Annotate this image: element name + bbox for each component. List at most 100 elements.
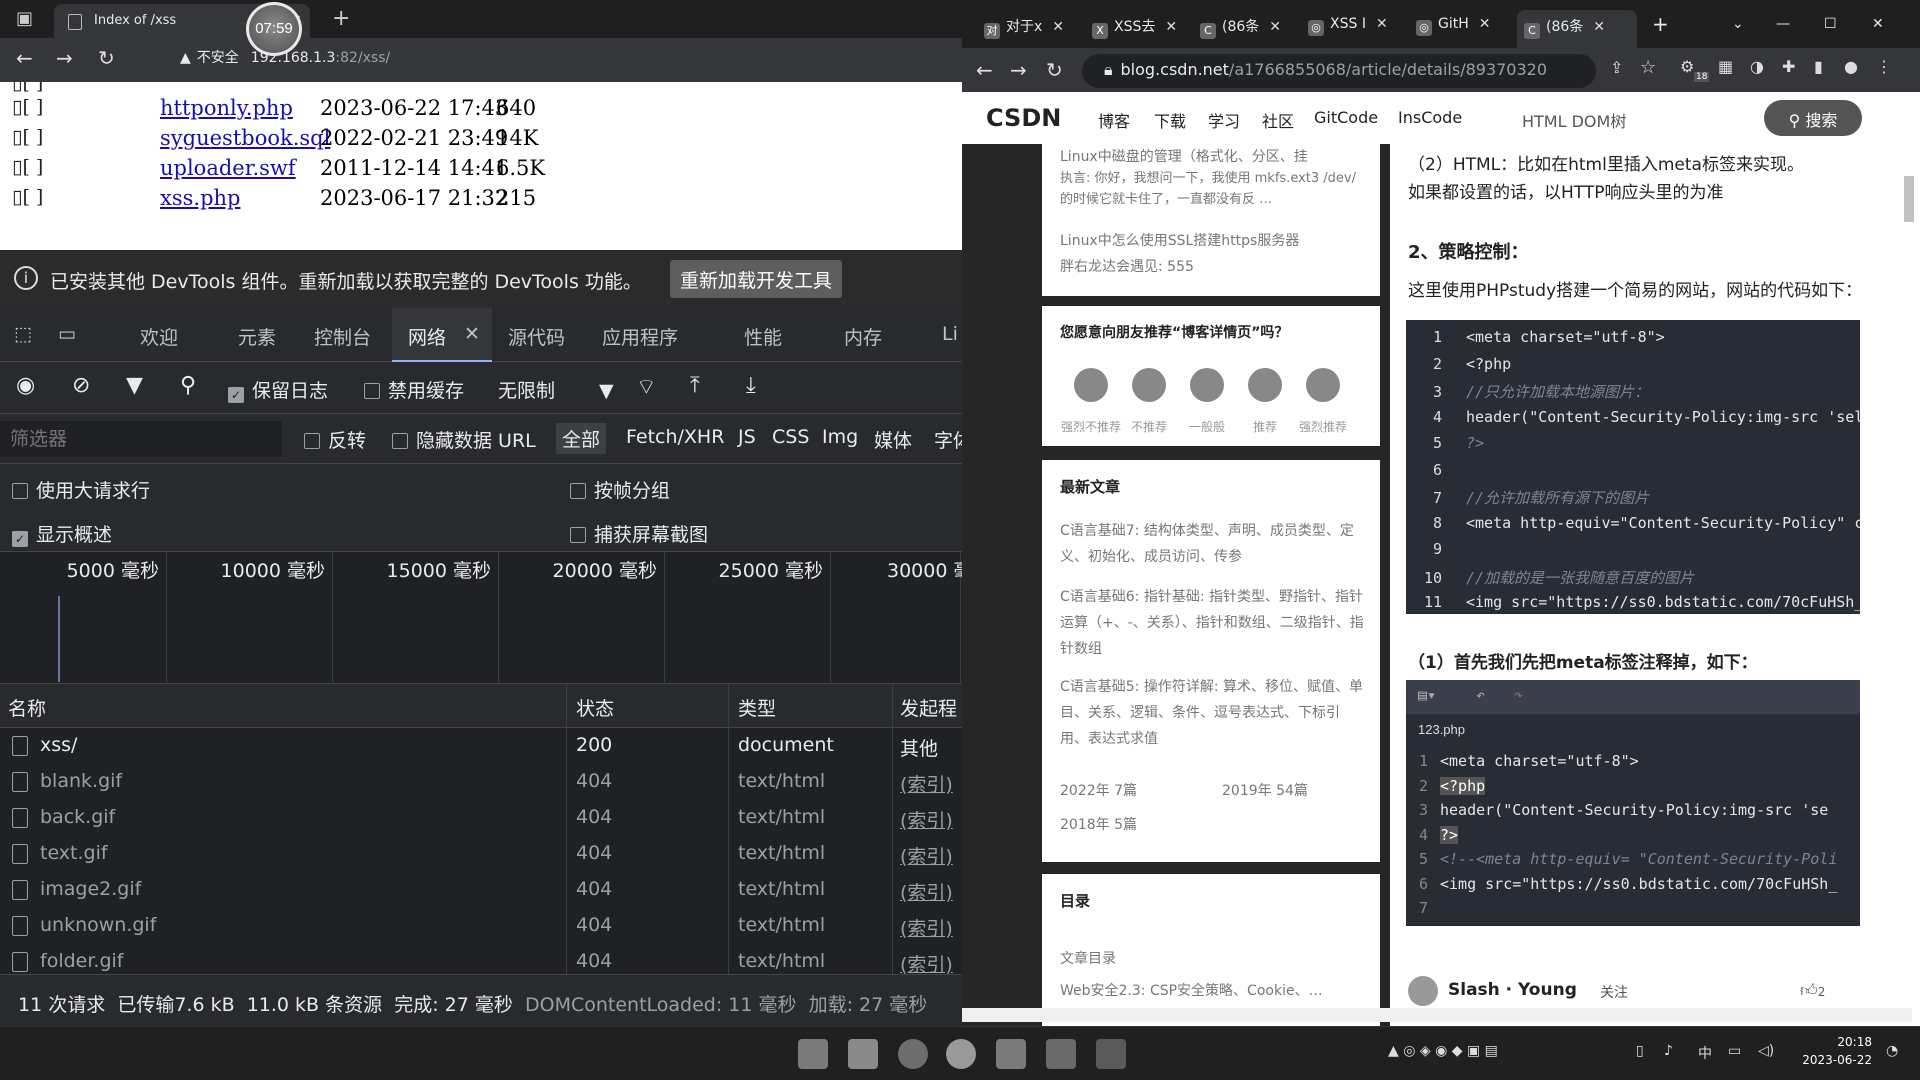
tab-actions-icon[interactable]: ▣: [16, 8, 33, 29]
horizontal-scrollbar[interactable]: [962, 1008, 1912, 1022]
extension-icon[interactable]: ⚙: [1680, 57, 1694, 76]
reload-icon[interactable]: ↻: [1046, 58, 1063, 82]
tab-sources[interactable]: 源代码: [508, 323, 565, 350]
table-row[interactable]: back.gif 404 text/html (索引): [0, 800, 962, 836]
edge-icon[interactable]: [898, 1039, 928, 1069]
battery-icon[interactable]: ▯: [1636, 1043, 1644, 1059]
nav-gitcode[interactable]: GitCode: [1314, 108, 1378, 127]
undo-icon[interactable]: ↶: [1476, 686, 1485, 704]
filter-type-font[interactable]: 字体: [934, 426, 962, 453]
record-icon[interactable]: ◉: [16, 373, 35, 398]
network-conditions-icon[interactable]: ⌔: [636, 373, 657, 401]
inspect-element-icon[interactable]: ⬚: [14, 323, 32, 345]
archive-link[interactable]: 2019年 54篇: [1222, 778, 1342, 804]
file-link[interactable]: uploader.swf: [160, 156, 296, 180]
vertical-scrollbar[interactable]: [1904, 176, 1914, 222]
latest-article-link[interactable]: C语言基础5: 操作符详解: 算术、移位、赋值、单目、关系、逻辑、条件、逗号表达…: [1060, 674, 1366, 752]
bookmark-star-icon[interactable]: ☆: [1640, 57, 1656, 78]
tab-welcome[interactable]: 欢迎: [140, 323, 178, 350]
tab-search-icon[interactable]: ⌄: [1732, 16, 1744, 32]
reload-devtools-button[interactable]: 重新加载开发工具: [670, 260, 843, 298]
strongly-dislike-icon[interactable]: [1074, 368, 1108, 402]
latest-article-link[interactable]: C语言基础6: 指针基础: 指针类型、野指针、指针运算（+、-、关系）、指针和数…: [1060, 584, 1366, 662]
ime-indicator[interactable]: 中: [1698, 1043, 1712, 1063]
tray-icons[interactable]: ▲ ◎ ◈ ◉ ◆ ▣ ▤: [1388, 1043, 1498, 1059]
copy-code-icon[interactable]: ▤▾: [1418, 686, 1436, 704]
app-icon[interactable]: [996, 1039, 1026, 1069]
nav-download[interactable]: 下载: [1154, 108, 1186, 132]
like-icon[interactable]: 👍︎2: [1800, 980, 1825, 1001]
search-icon[interactable]: ⚲: [180, 373, 196, 398]
like-icon[interactable]: [1248, 368, 1282, 402]
browser-tab[interactable]: C (86条 ✕: [1200, 16, 1281, 39]
profile-icon[interactable]: ●: [1844, 57, 1858, 76]
table-row[interactable]: blank.gif 404 text/html (索引): [0, 764, 962, 800]
author-name[interactable]: Slash · Young: [1448, 980, 1577, 1000]
toc-item[interactable]: Web安全2.3: CSP安全策略、Cookie、…: [1060, 978, 1366, 1004]
neutral-icon[interactable]: [1190, 368, 1224, 402]
browser-tab-active[interactable]: C (86条 ✕: [1524, 16, 1605, 39]
maximize-icon[interactable]: ☐: [1824, 16, 1837, 32]
nav-learn[interactable]: 学习: [1208, 108, 1240, 132]
filter-icon[interactable]: ▼: [126, 373, 143, 398]
filter-type-media[interactable]: 媒体: [874, 426, 912, 453]
related-item[interactable]: Linux中磁盘的管理（格式化、分区、挂: [1060, 144, 1366, 170]
share-icon[interactable]: ⇪: [1610, 58, 1623, 77]
filter-type-img[interactable]: Img: [822, 426, 858, 448]
puzzle-icon[interactable]: ✚: [1782, 57, 1795, 76]
filter-type-all[interactable]: 全部: [556, 423, 607, 454]
table-row[interactable]: xss/200 document 其他: [0, 728, 962, 764]
device-toolbar-icon[interactable]: ▭: [58, 323, 76, 345]
sidepanel-icon[interactable]: ▮: [1814, 57, 1823, 76]
table-row[interactable]: image2.gif 404 text/html (索引): [0, 872, 962, 908]
clear-icon[interactable]: ⊘: [72, 373, 90, 398]
reload-icon[interactable]: ↻: [98, 46, 115, 70]
mic-icon[interactable]: ♪: [1664, 1043, 1673, 1059]
show-overview-checkbox[interactable]: ✓ 显示概述: [12, 520, 112, 547]
large-rows-checkbox[interactable]: 使用大请求行: [12, 476, 150, 503]
network-icon[interactable]: ▭: [1728, 1043, 1741, 1059]
vpn-icon[interactable]: ◑: [1750, 57, 1764, 76]
table-row[interactable]: text.gif 404 text/html (索引): [0, 836, 962, 872]
request-initiator[interactable]: (索引): [900, 914, 953, 941]
file-link[interactable]: httponly.php: [160, 96, 293, 120]
col-type-header[interactable]: 类型: [738, 694, 776, 721]
vscode-icon[interactable]: [1096, 1039, 1126, 1069]
file-link[interactable]: syguestbook.sql: [160, 126, 330, 150]
photos-icon[interactable]: [1046, 1039, 1076, 1069]
tab-performance[interactable]: 性能: [744, 323, 782, 350]
search-input[interactable]: HTML DOM树: [1522, 108, 1626, 132]
new-tab-icon[interactable]: +: [332, 6, 350, 31]
back-icon[interactable]: ←: [16, 46, 33, 70]
close-window-icon[interactable]: ✕: [1872, 16, 1884, 32]
col-initiator-header[interactable]: 发起程: [900, 694, 957, 721]
capture-screenshots-checkbox[interactable]: 捕获屏幕截图: [570, 520, 708, 547]
browser-tab[interactable]: 对对于x ✕: [984, 16, 1064, 39]
hide-data-url-checkbox[interactable]: 隐藏数据 URL: [392, 426, 536, 453]
notification-icon[interactable]: ◔: [1886, 1043, 1898, 1059]
col-name-header[interactable]: 名称: [8, 694, 46, 721]
archive-link[interactable]: 2022年 7篇: [1060, 778, 1180, 804]
archive-link[interactable]: 2018年 5篇: [1060, 812, 1180, 838]
back-icon[interactable]: ←: [976, 58, 993, 82]
close-network-tab-icon[interactable]: ✕: [464, 323, 480, 345]
redo-icon[interactable]: ↷: [1514, 686, 1523, 704]
related-item[interactable]: Linux中怎么使用SSL搭建https服务器: [1060, 228, 1366, 254]
nav-blog[interactable]: 博客: [1098, 108, 1130, 132]
tab-console[interactable]: 控制台: [314, 323, 371, 350]
import-har-icon[interactable]: ⤒: [690, 373, 700, 398]
tab-memory[interactable]: 内存: [844, 323, 882, 350]
dislike-icon[interactable]: [1132, 368, 1166, 402]
filter-type-css[interactable]: CSS: [772, 426, 809, 448]
forward-icon[interactable]: →: [1010, 58, 1027, 82]
request-initiator[interactable]: (索引): [900, 878, 953, 905]
filter-type-xhr[interactable]: Fetch/XHR: [626, 426, 724, 448]
menu-icon[interactable]: ⋮: [1876, 57, 1892, 76]
strongly-like-icon[interactable]: [1306, 368, 1340, 402]
filter-type-js[interactable]: JS: [738, 426, 756, 448]
request-initiator[interactable]: 其他: [900, 734, 938, 761]
browser-tab[interactable]: ◎ XSS I ✕: [1308, 16, 1388, 36]
tab-network[interactable]: 网络: [408, 323, 446, 350]
new-tab-icon[interactable]: +: [1652, 12, 1669, 36]
minimize-icon[interactable]: —: [1776, 16, 1790, 32]
